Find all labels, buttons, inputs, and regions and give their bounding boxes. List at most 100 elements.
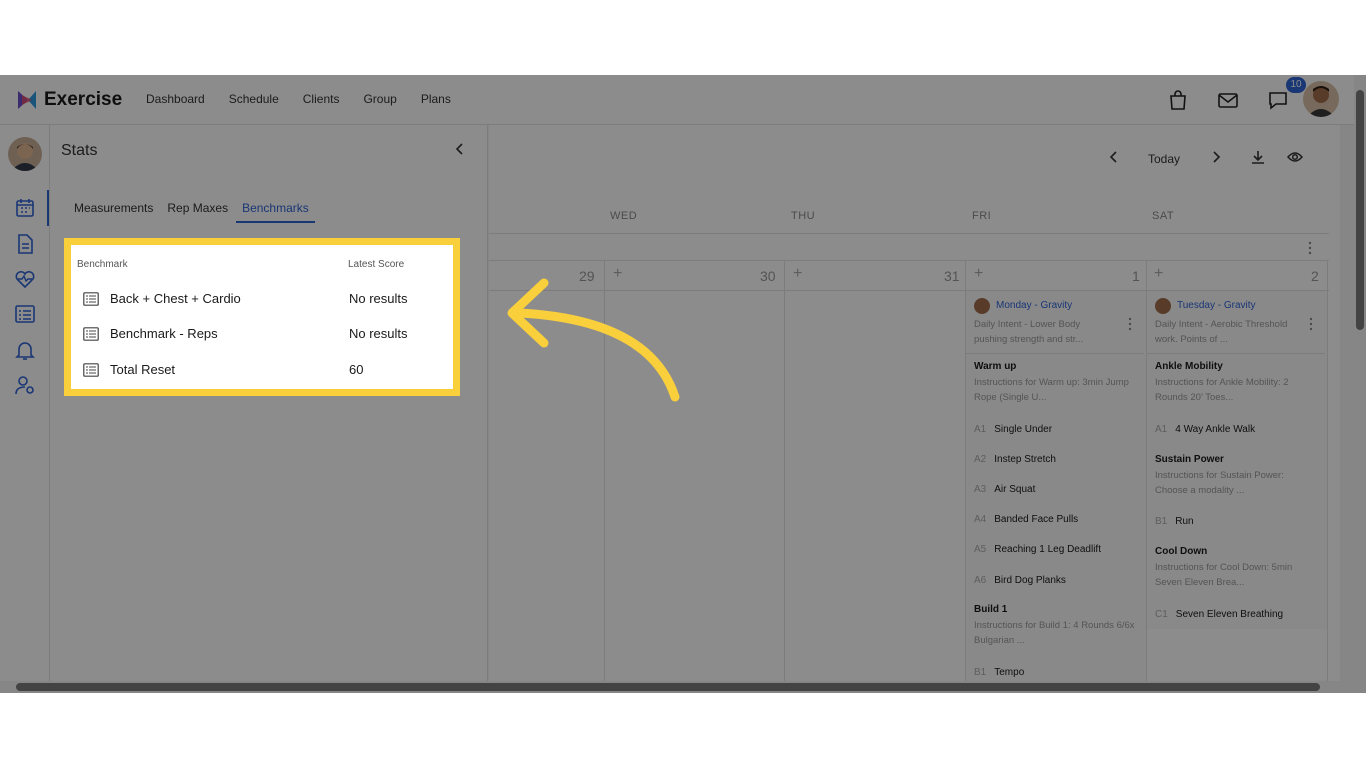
add-workout-button[interactable]: +: [974, 265, 983, 283]
stats-title: Stats: [61, 142, 98, 159]
exercise-code: C1: [1155, 609, 1168, 620]
exercise-name: Tempo: [994, 667, 1025, 678]
more-vertical-icon[interactable]: [1126, 317, 1134, 331]
day-header-thu: THU: [791, 210, 816, 222]
main-nav: Dashboard Schedule Clients Group Plans: [146, 92, 451, 106]
horizontal-scrollbar[interactable]: [0, 681, 1354, 693]
exercise-code: B1: [974, 667, 987, 678]
tab-measurements[interactable]: Measurements: [74, 201, 153, 223]
exercise-item[interactable]: B1 Tempo: [974, 667, 1024, 678]
exercise-code: A2: [974, 454, 987, 465]
download-icon[interactable]: [1250, 149, 1266, 165]
exercise-name: Banded Face Pulls: [994, 514, 1079, 525]
user-settings-icon[interactable]: [14, 374, 36, 396]
day-header-sat: SAT: [1152, 210, 1175, 222]
client-avatar: [974, 298, 990, 314]
exercise-item[interactable]: A4 Banded Face Pulls: [974, 514, 1078, 525]
exercise-item[interactable]: A5 Reaching 1 Leg Deadlift: [974, 544, 1101, 555]
app-frame: Exercise Dashboard Schedule Clients Grou…: [0, 75, 1366, 693]
user-avatar-icon: [1303, 81, 1339, 117]
date-2: 2: [1311, 268, 1319, 284]
chevron-left-icon[interactable]: [1106, 149, 1122, 165]
section-title: Cool Down: [1155, 546, 1208, 557]
heart-rate-icon[interactable]: [14, 268, 36, 290]
exercise-item[interactable]: A1 Single Under: [974, 424, 1052, 435]
latest-score: No results: [349, 326, 408, 341]
section-title: Sustain Power: [1155, 454, 1224, 465]
user-avatar[interactable]: [1303, 81, 1339, 117]
daily-intent: Daily Intent - Lower Body pushing streng…: [974, 319, 1084, 345]
top-bar: Exercise Dashboard Schedule Clients Grou…: [0, 75, 1354, 125]
chevron-left-icon[interactable]: [452, 141, 468, 157]
chat-icon[interactable]: [1267, 89, 1289, 111]
exercise-name: Run: [1175, 516, 1194, 527]
nav-dashboard[interactable]: Dashboard: [146, 92, 205, 106]
bell-icon[interactable]: [14, 339, 36, 361]
divider: [966, 353, 1144, 354]
column-header-latest-score: Latest Score: [348, 259, 405, 270]
section-desc: Instructions for Ankle Mobility: 2 Round…: [1155, 377, 1289, 403]
nav-plans[interactable]: Plans: [421, 92, 451, 106]
vertical-scroll-thumb[interactable]: [1356, 90, 1364, 330]
section-cool-down: Cool Down Instructions for Cool Down: 5m…: [1147, 546, 1325, 590]
section-sustain-power: Sustain Power Instructions for Sustain P…: [1147, 454, 1325, 498]
list-icon[interactable]: [14, 303, 36, 325]
left-rail: [0, 125, 50, 681]
workout-friday[interactable]: Monday - Gravity Daily Intent - Lower Bo…: [966, 291, 1146, 681]
client-avatar[interactable]: [8, 137, 42, 171]
day-header-fri: FRI: [972, 210, 992, 222]
document-icon[interactable]: [14, 233, 36, 255]
table-row[interactable]: Total Reset 60: [83, 360, 443, 382]
chevron-right-icon[interactable]: [1208, 149, 1224, 165]
program-name[interactable]: Tuesday - Gravity: [1177, 300, 1256, 311]
section-ankle-mobility: Ankle Mobility Instructions for Ankle Mo…: [1147, 361, 1325, 405]
latest-score: 60: [349, 362, 364, 377]
column-divider: [784, 261, 785, 681]
eye-icon[interactable]: [1287, 149, 1303, 165]
exercise-code: A4: [974, 514, 987, 525]
tutorial-arrow-icon: [507, 278, 680, 402]
tab-benchmarks[interactable]: Benchmarks: [236, 201, 315, 223]
exercise-item[interactable]: A6 Bird Dog Planks: [974, 575, 1066, 586]
exercise-item[interactable]: B1 Run: [1155, 516, 1194, 527]
program-name[interactable]: Monday - Gravity: [996, 300, 1072, 311]
mail-icon[interactable]: [1217, 89, 1239, 111]
exercise-item[interactable]: C1 Seven Eleven Breathing: [1155, 609, 1283, 620]
add-workout-button[interactable]: +: [793, 265, 802, 283]
section-desc: Instructions for Warm up: 3min Jump Rope…: [974, 377, 1129, 403]
section-warm-up: Warm up Instructions for Warm up: 3min J…: [966, 361, 1144, 405]
nav-clients[interactable]: Clients: [303, 92, 340, 106]
add-workout-button[interactable]: +: [1154, 265, 1163, 283]
today-button[interactable]: Today: [1148, 152, 1180, 166]
more-vertical-icon[interactable]: [1305, 241, 1315, 255]
more-vertical-icon[interactable]: [1307, 317, 1315, 331]
section-build-1: Build 1 Instructions for Build 1: 4 Roun…: [966, 604, 1144, 648]
section-desc: Instructions for Build 1: 4 Rounds 6/6x …: [974, 620, 1135, 646]
latest-score: No results: [349, 291, 408, 306]
brand-name: Exercise: [44, 89, 123, 110]
stats-panel: Stats Measurements Rep Maxes Benchmarks …: [50, 125, 488, 681]
tab-rep-maxes[interactable]: Rep Maxes: [167, 201, 228, 223]
exercise-name: Seven Eleven Breathing: [1175, 609, 1284, 620]
benchmark-name: Back + Chest + Cardio: [110, 291, 241, 306]
workout-saturday[interactable]: Tuesday - Gravity Daily Intent - Aerobic…: [1147, 291, 1327, 629]
shopping-bag-icon[interactable]: [1167, 89, 1189, 111]
exercise-item[interactable]: A3 Air Squat: [974, 484, 1035, 495]
nav-group[interactable]: Group: [363, 92, 396, 106]
calendar-icon[interactable]: [14, 197, 36, 219]
exercise-code: A1: [974, 424, 987, 435]
notification-badge: 10: [1286, 77, 1306, 93]
nav-schedule[interactable]: Schedule: [229, 92, 279, 106]
exercise-name: Air Squat: [994, 484, 1036, 495]
date-30: 30: [760, 268, 776, 284]
table-row[interactable]: Benchmark - Reps No results: [83, 324, 443, 346]
section-title: Warm up: [974, 361, 1017, 372]
exercise-item[interactable]: A1 4 Way Ankle Walk: [1155, 424, 1255, 435]
exercise-code: B1: [1155, 516, 1168, 527]
table-row[interactable]: Back + Chest + Cardio No results: [83, 289, 443, 311]
exercise-item[interactable]: A2 Instep Stretch: [974, 454, 1056, 465]
exercise-name: Single Under: [994, 424, 1053, 435]
list-icon: [83, 292, 99, 306]
vertical-scrollbar[interactable]: [1354, 75, 1366, 681]
horizontal-scroll-thumb[interactable]: [16, 683, 1320, 691]
